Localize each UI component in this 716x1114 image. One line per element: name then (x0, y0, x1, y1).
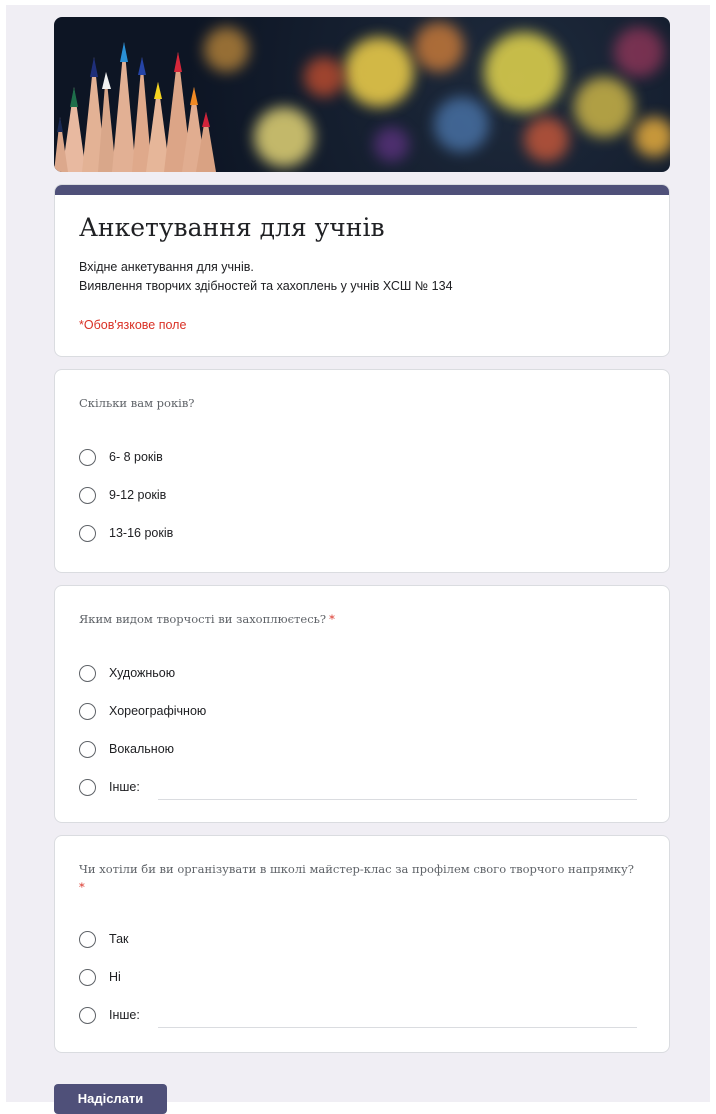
radio-button[interactable] (79, 968, 96, 986)
other-text-input[interactable] (157, 775, 637, 800)
radio-option[interactable]: Художньою (79, 654, 645, 692)
required-star: * (329, 612, 335, 626)
required-star: * (79, 880, 85, 894)
option-label: Ні (109, 970, 121, 984)
header-image (54, 17, 670, 172)
radio-option-other[interactable]: Інше: (79, 768, 645, 806)
radio-button[interactable] (79, 740, 96, 758)
description-line: Вхідне анкетування для учнів. (79, 260, 254, 274)
radio-option[interactable]: 6- 8 років (79, 438, 645, 476)
accent-bar (55, 185, 669, 195)
other-text-input[interactable] (157, 1003, 637, 1028)
question-title-text: Чи хотіли би ви організувати в школі май… (79, 862, 634, 876)
question-card-age: Скільки вам років? 6- 8 років 9-12 років… (54, 369, 670, 573)
option-label: 6- 8 років (109, 450, 163, 464)
radio-button[interactable] (79, 486, 96, 504)
question-title: Яким видом творчості ви захоплюєтесь? * (79, 610, 645, 628)
radio-option[interactable]: 13-16 років (79, 514, 645, 552)
submit-button[interactable]: Надіслати (54, 1084, 167, 1114)
radio-button[interactable] (79, 778, 96, 796)
radio-button[interactable] (79, 448, 96, 466)
form-title: Анкетування для учнів (79, 213, 385, 242)
question-card-creativity: Яким видом творчості ви захоплюєтесь? * Х… (54, 585, 670, 823)
form-header-card: Анкетування для учнів Вхідне анкетування… (54, 184, 670, 357)
question-card-masterclass: Чи хотіли би ви організувати в школі май… (54, 835, 670, 1053)
question-title: Скільки вам років? (79, 394, 645, 412)
radio-button[interactable] (79, 930, 96, 948)
radio-button[interactable] (79, 1006, 96, 1024)
radio-button[interactable] (79, 664, 96, 682)
radio-option[interactable]: Хореографічною (79, 692, 645, 730)
option-label: Хореографічною (109, 704, 207, 718)
question-title-text: Яким видом творчості ви захоплюєтесь? (79, 612, 327, 626)
radio-option[interactable]: Так (79, 920, 645, 958)
question-title: Чи хотіли би ви організувати в школі май… (79, 860, 645, 896)
form-container: Анкетування для учнів Вхідне анкетування… (54, 17, 670, 1053)
radio-option[interactable]: Вокальною (79, 730, 645, 768)
radio-option[interactable]: 9-12 років (79, 476, 645, 514)
question-title-text: Скільки вам років? (79, 396, 195, 410)
radio-button[interactable] (79, 524, 96, 542)
option-label: 13-16 років (109, 526, 174, 540)
option-label: 9-12 років (109, 488, 167, 502)
option-label: Вокальною (109, 742, 175, 756)
option-label: Так (109, 932, 129, 946)
option-label: Інше: (109, 780, 140, 794)
radio-option[interactable]: Ні (79, 958, 645, 996)
form-description: Вхідне анкетування для учнів. Виявлення … (79, 258, 645, 296)
description-line: Виявлення творчих здібностей та хахоплен… (79, 279, 453, 293)
radio-button[interactable] (79, 702, 96, 720)
colored-pencils-icon (54, 42, 216, 172)
option-label: Інше: (109, 1008, 140, 1022)
radio-option-other[interactable]: Інше: (79, 996, 645, 1034)
required-field-note: *Обов'язкове поле (79, 318, 187, 332)
option-label: Художньою (109, 666, 176, 680)
